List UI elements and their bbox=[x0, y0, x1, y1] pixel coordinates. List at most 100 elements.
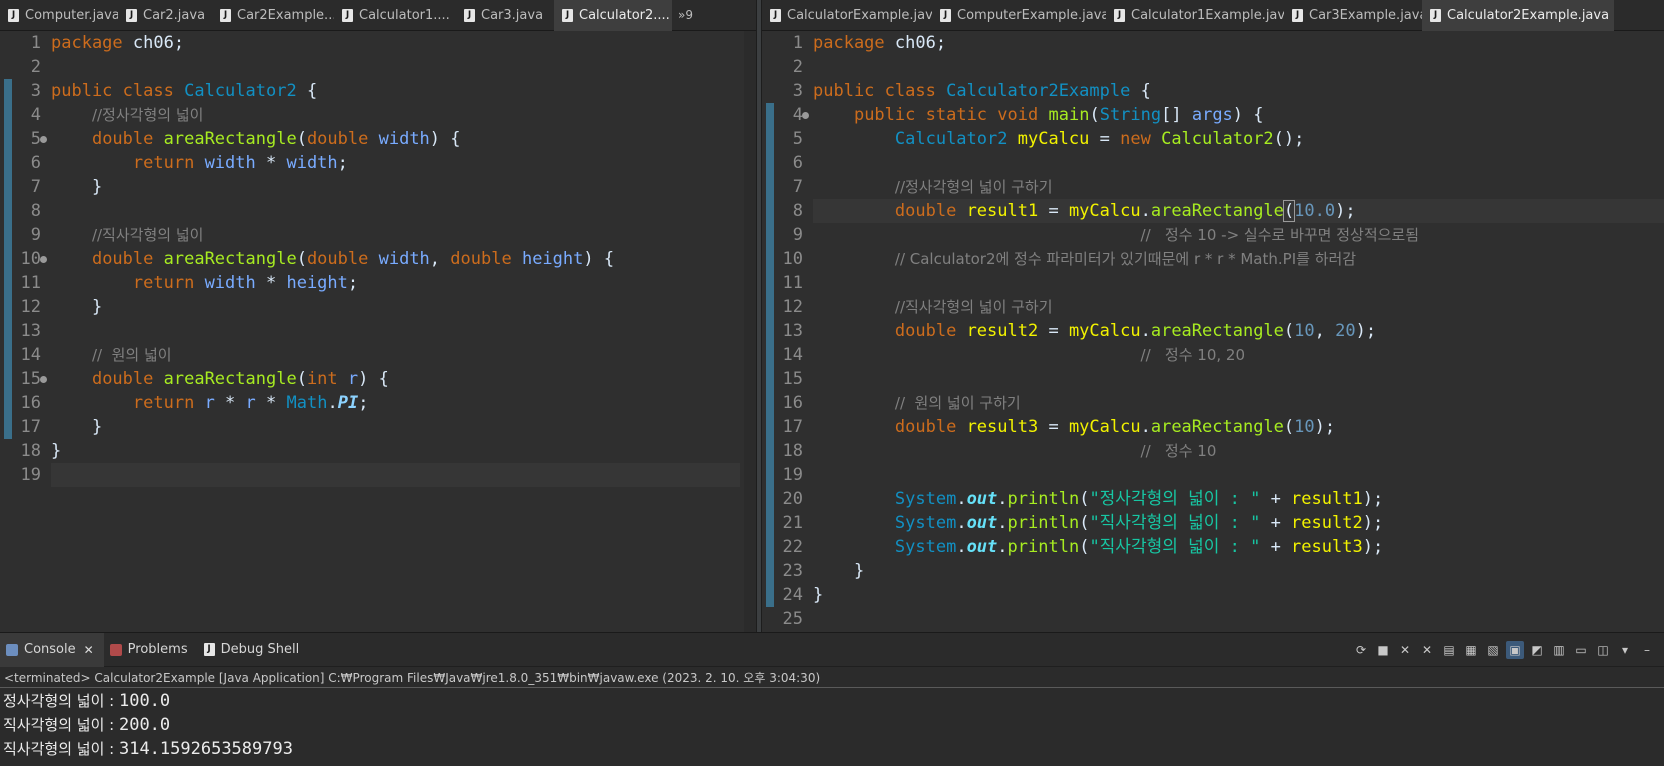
remove-all-icon[interactable]: ✕ bbox=[1418, 641, 1436, 659]
tab-calculatorexample-java[interactable]: J CalculatorExample.java bbox=[762, 0, 932, 31]
console-output-line: 직사각형의 넓이 : 314.1592653589793 bbox=[3, 739, 293, 759]
left-editor-pane: J Computer.java J Car2.java J Car2Example..… bbox=[0, 0, 756, 632]
code-line: double result3 = myCalcu.areaRectangle(1… bbox=[894, 417, 1336, 437]
line-number: 5 bbox=[30, 129, 41, 149]
current-line-highlight bbox=[51, 463, 740, 487]
code-line: System.out.println("정사각형의 넓이 : " + resul… bbox=[894, 489, 1384, 509]
code-line: double areaRectangle(double width, doubl… bbox=[91, 249, 615, 269]
line-number: 7 bbox=[30, 177, 41, 197]
refresh-icon[interactable]: ⟳ bbox=[1352, 641, 1370, 659]
tab-console[interactable]: Console ✕ bbox=[0, 632, 104, 667]
line-number: 18 bbox=[20, 441, 41, 461]
fold-marker-icon[interactable] bbox=[802, 112, 809, 119]
fold-marker-icon[interactable] bbox=[40, 136, 47, 143]
tab-computerexample-java[interactable]: J ComputerExample.java bbox=[932, 0, 1106, 31]
line-number-gutter: 1 2 3 4 5 6 7 8 9 10 11 12 13 14 15 16 17 18 19 20 21 22 23 24 2… bbox=[775, 31, 809, 632]
word-wrap-icon[interactable]: ▧ bbox=[1484, 641, 1502, 659]
scroll-lock-icon[interactable]: ▦ bbox=[1462, 641, 1480, 659]
line-number: 22 bbox=[782, 537, 803, 557]
close-icon[interactable]: ✕ bbox=[84, 643, 94, 657]
code-line: package ch06; bbox=[51, 33, 185, 53]
display-console-icon[interactable]: ▥ bbox=[1550, 641, 1568, 659]
tab-overflow-button[interactable]: »9 bbox=[672, 0, 693, 30]
line-number: 3 bbox=[792, 81, 803, 101]
code-line: } bbox=[51, 177, 103, 197]
code-line: package ch06; bbox=[813, 33, 947, 53]
line-number: 12 bbox=[782, 297, 803, 317]
line-number: 16 bbox=[782, 393, 803, 413]
java-file-icon: J bbox=[1430, 9, 1441, 22]
code-line: //직사각형의 넓이 구하기 bbox=[894, 298, 1053, 316]
code-line: } bbox=[51, 441, 62, 461]
minimize-icon[interactable]: – bbox=[1638, 641, 1656, 659]
chevron-down-icon[interactable]: ▾ bbox=[1616, 641, 1634, 659]
line-number: 1 bbox=[30, 33, 41, 53]
tab-problems[interactable]: Problems bbox=[104, 633, 198, 667]
code-line: //정사각형의 넓이 bbox=[91, 106, 204, 124]
tab-computer-java[interactable]: J Computer.java bbox=[0, 0, 118, 31]
clear-console-icon[interactable]: ▤ bbox=[1440, 641, 1458, 659]
code-line: public class Calculator2Example { bbox=[813, 81, 1151, 101]
code-line: } bbox=[813, 585, 824, 605]
code-line: } bbox=[51, 417, 103, 437]
line-number: 9 bbox=[792, 225, 803, 245]
tab-car2-java[interactable]: J Car2.java bbox=[118, 0, 212, 31]
java-file-icon: J bbox=[464, 9, 475, 22]
quick-diff-ruler bbox=[762, 31, 775, 632]
line-number: 7 bbox=[792, 177, 803, 197]
code-line: System.out.println("직사각형의 넓이 : " + resul… bbox=[894, 537, 1384, 557]
code-area[interactable]: package ch06; public class Calculator2 {… bbox=[51, 31, 756, 632]
tab-calculator2[interactable]: JCalculator2....✕ bbox=[554, 0, 672, 31]
vertical-scrollbar[interactable] bbox=[744, 31, 756, 632]
tab-calculator1example-java[interactable]: J Calculator1Example.java bbox=[1106, 0, 1284, 31]
left-editor-tabbar: J Computer.java J Car2.java J Car2Example..… bbox=[0, 0, 756, 31]
tab-car2example[interactable]: J Car2Example.... bbox=[212, 0, 334, 31]
new-console-icon[interactable]: ◫ bbox=[1594, 641, 1612, 659]
code-line: double areaRectangle(int r) { bbox=[91, 369, 389, 389]
line-number: 14 bbox=[20, 345, 41, 365]
show-on-output-icon[interactable]: ▣ bbox=[1506, 641, 1524, 659]
pin-console-icon[interactable]: ◩ bbox=[1528, 641, 1546, 659]
java-file-icon: J bbox=[940, 9, 951, 22]
divider bbox=[0, 687, 1664, 688]
java-file-icon: J bbox=[8, 9, 19, 22]
tab-debug-shell[interactable]: J Debug Shell bbox=[198, 633, 310, 667]
line-number: 10 bbox=[782, 249, 803, 269]
code-line: // 정수 10, 20 bbox=[1140, 346, 1246, 364]
quick-diff-marker bbox=[766, 103, 774, 607]
fold-marker-icon[interactable] bbox=[40, 376, 47, 383]
code-line: return width * height; bbox=[132, 273, 359, 293]
line-number: 6 bbox=[30, 153, 41, 173]
right-editor-pane: J CalculatorExample.java J ComputerExample… bbox=[762, 0, 1664, 632]
line-number: 17 bbox=[782, 417, 803, 437]
line-number: 4 bbox=[30, 105, 41, 125]
code-area[interactable]: package ch06; public class Calculator2Ex… bbox=[813, 31, 1664, 632]
code-line: //정사각형의 넓이 구하기 bbox=[894, 178, 1053, 196]
line-number: 6 bbox=[792, 153, 803, 173]
fold-marker-icon[interactable] bbox=[40, 256, 47, 263]
console-tabbar: Console ✕ Problems J Debug Shell ⟳ ■ ✕ ✕ ▤… bbox=[0, 632, 1664, 667]
console-view: Console ✕ Problems J Debug Shell ⟳ ■ ✕ ✕ ▤… bbox=[0, 632, 1664, 766]
line-number: 8 bbox=[30, 201, 41, 221]
line-number: 5 bbox=[792, 129, 803, 149]
tab-car3-java[interactable]: J Car3.java bbox=[456, 0, 554, 31]
console-icon bbox=[6, 643, 18, 656]
console-status-line: <terminated> Calculator2Example [Java Ap… bbox=[4, 671, 821, 685]
left-code-editor[interactable]: 1 2 3 4 5 6 7 8 9 10 11 12 13 14 15 16 17 18 19 package ch… bbox=[0, 31, 756, 632]
stop-icon[interactable]: ■ bbox=[1374, 641, 1392, 659]
open-console-icon[interactable]: ▭ bbox=[1572, 641, 1590, 659]
tab-calculator1[interactable]: J Calculator1.... bbox=[334, 0, 456, 31]
java-file-icon: J bbox=[342, 9, 353, 22]
right-code-editor[interactable]: 1 2 3 4 5 6 7 8 9 10 11 12 13 14 15 16 17 18 19 20 21 22 23 24 2… bbox=[762, 31, 1664, 632]
console-output-line: 직사각형의 넓이 : 200.0 bbox=[3, 715, 171, 735]
code-line: // 정수 10 bbox=[1140, 442, 1217, 460]
tab-calculator2example-java[interactable]: JCalculator2Example.java✕ bbox=[1422, 0, 1614, 31]
remove-launch-icon[interactable]: ✕ bbox=[1396, 641, 1414, 659]
tab-car3example-java[interactable]: J Car3Example.java bbox=[1284, 0, 1422, 31]
line-number: 3 bbox=[30, 81, 41, 101]
line-number: 19 bbox=[782, 465, 803, 485]
console-output-line: 정사각형의 넓이 : 100.0 bbox=[3, 691, 171, 711]
line-number: 2 bbox=[792, 57, 803, 77]
java-file-icon: J bbox=[220, 9, 231, 22]
code-line: return width * width; bbox=[132, 153, 348, 173]
